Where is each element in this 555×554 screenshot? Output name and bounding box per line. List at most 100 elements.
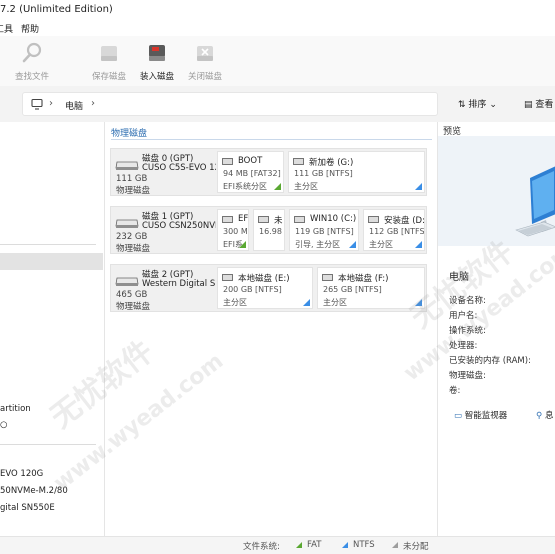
search-icon <box>22 42 42 63</box>
title-bar: 7.2 (Unlimited Edition) <box>0 0 555 20</box>
tree-item-partition-2[interactable]: ○ <box>0 420 7 430</box>
partition-name: 本地磁盘 (F:) <box>338 274 389 284</box>
partition-tile[interactable]: 本地磁盘 (F:) 265 GB [NTFS] 主分区 <box>317 267 425 309</box>
prop-physical-disks: 物理磁盘: <box>449 371 486 381</box>
computer-title: 电脑 <box>449 272 469 283</box>
disk-type: 物理磁盘 <box>116 302 151 312</box>
disk-type: 物理磁盘 <box>116 244 151 254</box>
disk-map-panel: 物理磁盘 磁盘 0 (GPT) CUSO C5S-EVO 120 111 GB … <box>106 122 432 540</box>
left-panel: artition ○ EVO 120G 50NVMe-M.2/80 gital … <box>0 122 105 540</box>
disk-row[interactable]: 磁盘 1 (GPT) CUSO CSN250NVM 232 GB 物理磁盘 EF… <box>110 206 427 254</box>
disk-save-icon <box>101 46 117 61</box>
partition-size: 16.98 <box>259 227 282 236</box>
partition-icon <box>258 216 269 223</box>
breadcrumb-computer[interactable]: 电脑 <box>65 99 83 112</box>
monitor-icon: ▭ <box>454 411 463 421</box>
smart-monitor-button[interactable]: ▭ 智能监视器 <box>454 409 507 431</box>
prop-cpu: 处理器: <box>449 341 478 351</box>
menu-help[interactable]: 帮助 <box>21 22 39 35</box>
info-button[interactable]: ⚲ 息 <box>536 409 553 431</box>
disk-close-icon <box>197 46 213 61</box>
partition-type: 主分区 <box>323 298 347 307</box>
partition-size: 200 GB [NTFS] <box>223 285 282 294</box>
tree-item-disk-1[interactable]: 50NVMe-M.2/80 <box>0 486 68 496</box>
partition-tile[interactable]: 安装盘 (D:) 112 GB [NTFS] 主分区 <box>363 209 425 251</box>
tree-item-disk-2[interactable]: gital SN550E <box>0 503 55 513</box>
partition-name: WIN10 (C:) <box>310 214 357 224</box>
partition-icon <box>322 274 333 281</box>
close-disk-label: 关闭磁盘 <box>187 72 222 82</box>
hard-disk-icon <box>115 219 139 228</box>
disk-row[interactable]: 磁盘 2 (GPT) Western Digital SN 465 GB 物理磁… <box>110 264 427 312</box>
ntfs-legend-label: NTFS <box>353 540 375 550</box>
divider <box>0 444 96 445</box>
partition-icon <box>294 216 305 223</box>
breadcrumb[interactable]: › 电脑 › <box>22 92 438 116</box>
unallocated-legend-icon <box>392 542 398 548</box>
filesystem-label: 文件系统: <box>243 542 280 552</box>
disk-info[interactable]: 磁盘 2 (GPT) Western Digital SN 465 GB 物理磁… <box>111 265 216 312</box>
tree-item-disk-0[interactable]: EVO 120G <box>0 469 43 479</box>
search-files-label: 查找文件 <box>14 72 49 82</box>
chevron-right-icon: › <box>91 98 95 109</box>
sort-label: 排序 <box>468 100 487 110</box>
view-icon: ▤ <box>524 100 533 110</box>
disk-info[interactable]: 磁盘 1 (GPT) CUSO CSN250NVM 232 GB 物理磁盘 <box>111 207 216 254</box>
selected-tree-item[interactable] <box>0 253 103 270</box>
partition-size: 265 GB [NTFS] <box>323 285 382 294</box>
prop-os: 操作系统: <box>449 326 486 336</box>
preview-panel: 预览 电脑 设备名称: 用户名: 操作系统: 处理器: 已安装的内存 (RAM)… <box>437 122 555 540</box>
ntfs-flag-icon <box>415 183 422 190</box>
partition-tile[interactable]: 本地磁盘 (E:) 200 GB [NTFS] 主分区 <box>217 267 313 309</box>
partition-size: 111 GB [NTFS] <box>294 169 353 178</box>
ntfs-flag-icon <box>415 299 422 306</box>
section-title: 物理磁盘 <box>111 129 148 139</box>
disk-model: CUSO C5S-EVO 120 <box>142 163 216 173</box>
tree-item-partition[interactable]: artition <box>0 404 31 414</box>
partition-name: 新加卷 (G:) <box>309 158 354 168</box>
info-label: 息 <box>544 411 554 421</box>
chevron-down-icon: ⌄ <box>489 100 497 110</box>
sort-button[interactable]: ⇅ 排序 ⌄ <box>458 97 497 110</box>
load-disk-button[interactable]: 装入磁盘 <box>132 42 182 82</box>
hard-disk-icon <box>115 161 139 170</box>
search-files-button[interactable]: 查找文件 <box>7 42 57 82</box>
partition-type: 主分区 <box>223 298 247 307</box>
disk-model: CUSO CSN250NVM <box>142 221 216 231</box>
navigation-bar: › 电脑 › ⇅ 排序 ⌄ ▤ 查看 <box>0 86 555 122</box>
status-bar: 文件系统: FAT NTFS 未分配 <box>0 536 555 554</box>
view-button[interactable]: ▤ 查看 <box>524 97 553 110</box>
computer-icon <box>31 98 43 110</box>
disk-info[interactable]: 磁盘 0 (GPT) CUSO C5S-EVO 120 111 GB 物理磁盘 <box>111 149 216 196</box>
partition-icon <box>293 158 304 165</box>
hard-disk-icon <box>115 277 139 286</box>
partition-tile[interactable]: EF 300 M EFI系 <box>217 209 249 251</box>
partition-tile[interactable]: WIN10 (C:) 119 GB [NTFS] 引导, 主分区 <box>289 209 359 251</box>
menu-bar: 工具 帮助 <box>0 20 555 36</box>
partition-icon <box>222 274 233 281</box>
chevron-right-icon: › <box>49 98 53 109</box>
disk-size: 232 GB <box>116 232 148 242</box>
partition-type: 主分区 <box>369 240 393 249</box>
sort-icon: ⇅ <box>458 100 466 110</box>
partition-tile[interactable]: BOOT 94 MB [FAT32] EFI系统分区 <box>217 151 284 193</box>
save-disk-button[interactable]: 保存磁盘 <box>84 42 134 82</box>
partition-tile[interactable]: 未 16.98 <box>253 209 285 251</box>
partition-icon <box>222 158 233 165</box>
disk-model: Western Digital SN <box>142 279 216 289</box>
disk-size: 465 GB <box>116 290 148 300</box>
prop-ram: 已安装的内存 (RAM): <box>449 356 531 366</box>
partition-tile[interactable]: 新加卷 (G:) 111 GB [NTFS] 主分区 <box>288 151 425 193</box>
fat-legend-label: FAT <box>307 540 322 550</box>
window-title: 7.2 (Unlimited Edition) <box>0 4 113 15</box>
partition-name: 未 <box>274 216 283 226</box>
ntfs-legend-icon <box>342 542 348 548</box>
partition-size: 112 GB [NTFS] <box>369 227 425 236</box>
fat-flag-icon <box>274 183 281 190</box>
view-label: 查看 <box>535 100 554 110</box>
disk-row[interactable]: 磁盘 0 (GPT) CUSO C5S-EVO 120 111 GB 物理磁盘 … <box>110 148 427 196</box>
fat-legend-icon <box>296 542 302 548</box>
menu-tools[interactable]: 工具 <box>0 22 13 35</box>
close-disk-button[interactable]: 关闭磁盘 <box>180 42 230 82</box>
prop-volumes: 卷: <box>449 386 461 396</box>
